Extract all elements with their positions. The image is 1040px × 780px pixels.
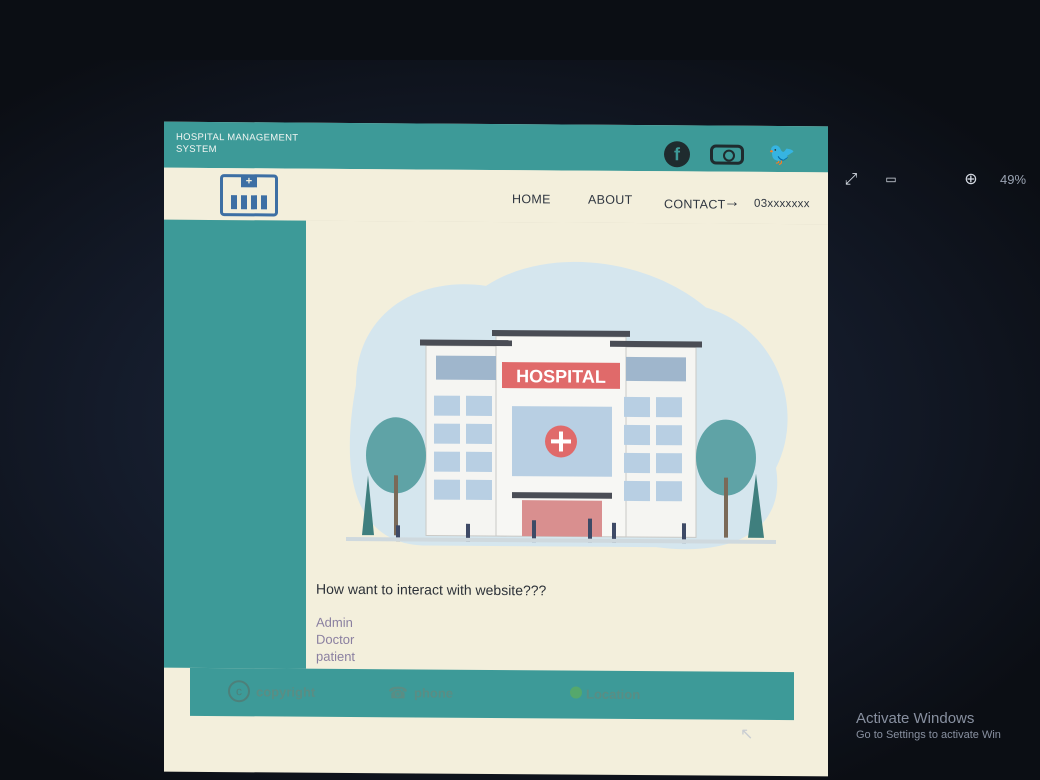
phone-icon: ☎ (388, 685, 408, 703)
hospital-illustration: HOSPITAL (346, 261, 788, 550)
footer-copyright: copyright (256, 684, 316, 700)
logo-windows (231, 195, 267, 210)
zoom-level: 49% (1000, 172, 1027, 187)
activate-title: Activate Windows (856, 710, 975, 727)
nav-about-link[interactable]: ABOUT (588, 193, 633, 207)
facebook-icon[interactable]: f (664, 141, 690, 168)
logo-cross-icon: + (241, 175, 257, 188)
nav-home-link[interactable]: HOME (512, 192, 551, 206)
image-viewer-toolbar: ✎ ↻ 🗑 ⓘ ⇪ ⋯ ⤢ ▭ ⊕ 49% (0, 80, 1040, 188)
brand-line-1: HOSPITAL MANAGEMENT (176, 131, 299, 144)
copyright-icon: c (228, 680, 250, 703)
navbar: + HOME ABOUT CONTACT → 03xxxxxxx (164, 167, 828, 226)
interaction-question: How want to interact with website??? (316, 580, 547, 599)
footer: c copyright ☎ phone Location (190, 667, 794, 721)
footer-phone-link[interactable]: phone (414, 685, 453, 700)
top-bar: HOSPITAL MANAGEMENT SYSTEM f 🐦 (164, 121, 828, 173)
brand-title: HOSPITAL MANAGEMENT SYSTEM (176, 132, 298, 157)
location-icon (570, 686, 582, 699)
role-patient-link[interactable]: patient (316, 649, 355, 664)
role-admin-link[interactable]: Admin (316, 615, 353, 630)
windows-activation-watermark: Activate Windows Go to Settings to activ… (856, 710, 1001, 741)
main-content: HOSPITAL How want to interact with websi… (306, 220, 828, 673)
hospital-webpage: HOSPITAL MANAGEMENT SYSTEM f 🐦 + HOME AB… (164, 121, 828, 777)
brand-line-2: SYSTEM (176, 143, 217, 156)
sidebar (164, 219, 306, 669)
hospital-logo-icon[interactable]: + (220, 174, 278, 217)
zoom-in-icon[interactable]: ⊕ (960, 168, 982, 190)
arrow-right-icon: → (724, 193, 741, 211)
twitter-icon[interactable]: 🐦 (768, 142, 795, 170)
hospital-sign-text: HOSPITAL (516, 366, 606, 387)
instagram-icon[interactable] (710, 144, 744, 165)
footer-location-link[interactable]: Location (586, 687, 640, 702)
contact-phone-number: 03xxxxxxx (754, 197, 810, 211)
activate-subtitle: Go to Settings to activate Win (856, 729, 1001, 741)
actual-size-icon[interactable]: ▭ (880, 168, 902, 190)
role-doctor-link[interactable]: Doctor (316, 632, 354, 647)
expand-icon[interactable]: ⤢ (840, 168, 862, 190)
mouse-cursor-icon: ↖ (740, 726, 754, 743)
nav-contact-link[interactable]: CONTACT (664, 197, 726, 211)
